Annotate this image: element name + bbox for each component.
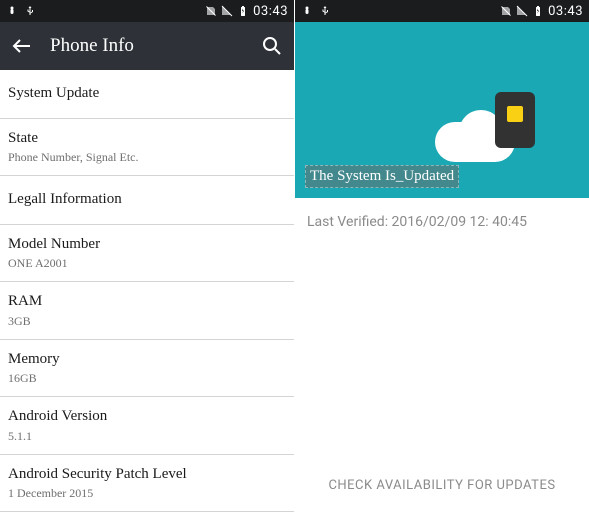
no-sim-icon: [205, 5, 217, 17]
back-icon[interactable]: [10, 34, 34, 58]
item-label: Android Security Patch Level: [8, 465, 282, 485]
phone-left: 03:43 Phone Info System Update State Pho…: [0, 0, 294, 511]
update-hero: The System Is_Updated: [295, 22, 589, 198]
settings-list: System Update State Phone Number, Signal…: [0, 70, 294, 512]
item-sub: ONE A2001: [8, 256, 282, 271]
status-bar: 03:43: [295, 0, 589, 22]
status-bar: 03:43: [0, 0, 294, 22]
debug-icon: [301, 5, 313, 17]
item-security-patch[interactable]: Android Security Patch Level 1 December …: [0, 455, 294, 512]
item-sub: 16GB: [8, 371, 282, 386]
item-legal-info[interactable]: Legall Information: [0, 176, 294, 225]
item-sub: Phone Number, Signal Etc.: [8, 150, 282, 165]
item-sub: 3GB: [8, 314, 282, 329]
item-sub: 1 December 2015: [8, 486, 282, 501]
app-bar: Phone Info: [0, 22, 294, 70]
item-label: State: [8, 129, 282, 149]
item-memory[interactable]: Memory 16GB: [0, 340, 294, 398]
page-title: Phone Info: [50, 35, 260, 57]
status-time: 03:43: [548, 4, 583, 19]
item-android-version[interactable]: Android Version 5.1.1: [0, 397, 294, 455]
update-status-text: The System Is_Updated: [305, 165, 459, 188]
item-label: Model Number: [8, 235, 282, 255]
search-icon[interactable]: [260, 34, 284, 58]
item-label: Android Version: [8, 407, 282, 427]
item-state[interactable]: State Phone Number, Signal Etc.: [0, 119, 294, 177]
item-ram[interactable]: RAM 3GB: [0, 282, 294, 340]
battery-charging-icon: [237, 5, 249, 17]
usb-icon: [319, 5, 331, 17]
item-label: RAM: [8, 292, 282, 312]
item-model-number[interactable]: Model Number ONE A2001: [0, 225, 294, 283]
signal-off-icon: [516, 5, 528, 17]
battery-charging-icon: [532, 5, 544, 17]
item-label: Memory: [8, 350, 282, 370]
last-verified-text: Last Verified: 2016/02/09 12: 40:45: [295, 198, 589, 246]
no-sim-icon: [500, 5, 512, 17]
item-label: Legall Information: [8, 186, 282, 214]
device-graphic: [495, 92, 535, 148]
item-system-update[interactable]: System Update: [0, 70, 294, 119]
phone-right: 03:43 The System Is_Updated Last Verifie…: [295, 0, 589, 511]
status-time: 03:43: [253, 4, 288, 19]
signal-off-icon: [221, 5, 233, 17]
debug-icon: [6, 5, 18, 17]
usb-icon: [24, 5, 36, 17]
item-label: System Update: [8, 80, 282, 108]
item-sub: 5.1.1: [8, 429, 282, 444]
check-updates-button[interactable]: CHECK AVAILABILITY FOR UPDATES: [295, 466, 589, 505]
